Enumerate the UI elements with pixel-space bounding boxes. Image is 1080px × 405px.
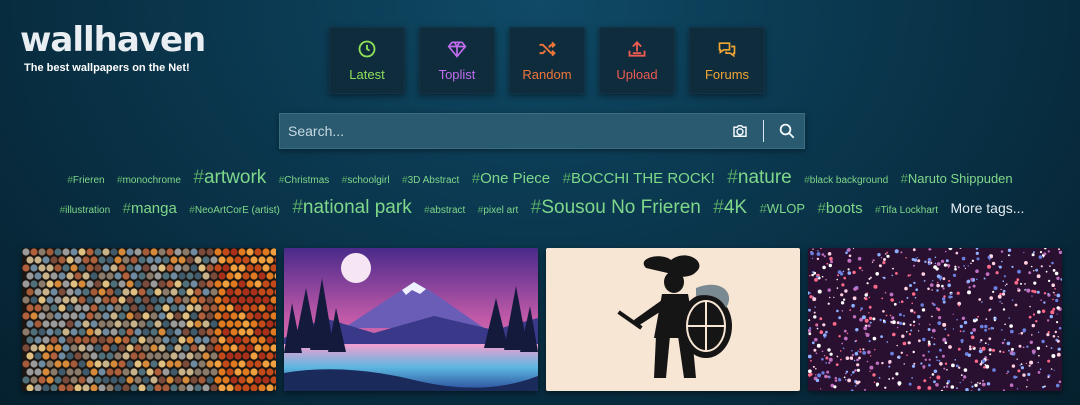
search-button[interactable] [770, 114, 804, 148]
tag-label: pixel art [483, 205, 519, 216]
tag-link[interactable]: #national park [292, 197, 411, 218]
tag-hash: # [759, 201, 767, 216]
tag-link[interactable]: #manga [123, 200, 177, 217]
tag-label: BOCCHI THE ROCK! [570, 170, 715, 187]
tag-link[interactable]: #Sousou No Frieren [531, 197, 701, 218]
tag-link[interactable]: #Frieren [67, 175, 104, 186]
tag-label: manga [130, 200, 177, 217]
tag-label: One Piece [480, 170, 551, 187]
tag-hash: # [193, 167, 204, 188]
camera-search-button[interactable] [723, 114, 757, 148]
nav-toplist-button[interactable]: Toplist [419, 27, 495, 94]
camera-icon [733, 125, 747, 137]
diamond-icon [447, 41, 467, 58]
nav-toplist-label: Toplist [438, 67, 476, 82]
main-nav: Latest Toplist Random Upload Forums [329, 27, 765, 94]
nav-latest-button[interactable]: Latest [329, 27, 405, 94]
thumbnail-particles[interactable] [808, 248, 1062, 391]
upload-icon [628, 41, 646, 57]
popular-tags: #Frieren #monochrome #artwork #Christmas… [40, 164, 1040, 224]
mountain-lake-art [284, 248, 538, 391]
thumbnail-row [22, 248, 1062, 391]
tag-link[interactable]: #WLOP [760, 201, 806, 216]
tag-label: nature [737, 167, 792, 188]
tag-link[interactable]: #Tifa Lockhart [875, 205, 938, 216]
nav-forums-button[interactable]: Forums [689, 27, 765, 94]
tag-label: WLOP [766, 201, 806, 216]
tag-link[interactable]: #nature [727, 167, 791, 188]
tag-label: black background [809, 175, 889, 186]
search-bar [279, 113, 805, 149]
tag-label: Naruto Shippuden [907, 171, 1013, 186]
thumbnail-warrior-silhouette[interactable] [546, 248, 800, 391]
brand[interactable]: wallhaven The best wallpapers on the Net… [20, 22, 206, 74]
tag-label: boots [825, 200, 863, 217]
nav-random-button[interactable]: Random [509, 27, 585, 94]
nav-forums-label: Forums [704, 67, 750, 82]
tag-link[interactable]: #BOCCHI THE ROCK! [563, 170, 715, 187]
tag-label: schoolgirl [347, 175, 390, 186]
nav-upload-button[interactable]: Upload [599, 27, 675, 94]
tag-label: abstract [429, 205, 466, 216]
nav-upload-label: Upload [616, 67, 658, 82]
site-tagline: The best wallpapers on the Net! [24, 62, 190, 74]
tag-label: Sousou No Frieren [541, 197, 701, 218]
tag-hash: # [817, 200, 826, 217]
tag-link[interactable]: #One Piece [472, 170, 550, 187]
nav-random-label: Random [522, 67, 572, 82]
tag-link[interactable]: #monochrome [117, 175, 181, 186]
tag-link[interactable]: #illustration [60, 205, 111, 216]
tag-label: Christmas [284, 175, 330, 186]
tag-hash: # [122, 200, 131, 217]
tag-label: NeoArtCorE (artist) [194, 205, 280, 216]
tag-label: 4K [723, 197, 748, 218]
tag-hash: # [727, 167, 738, 188]
search-input[interactable] [280, 114, 723, 148]
tag-link[interactable]: #4K [713, 197, 747, 218]
warrior-silhouette-art [546, 248, 800, 391]
tag-link[interactable]: #boots [818, 200, 863, 217]
nav-latest-label: Latest [349, 67, 385, 82]
tag-hash: # [713, 197, 724, 218]
tag-label: Tifa Lockhart [880, 205, 939, 216]
tag-label: monochrome [122, 175, 181, 186]
particles-art [808, 248, 1062, 391]
tag-link[interactable]: #schoolgirl [342, 175, 390, 186]
search-icon [779, 123, 795, 139]
tag-hash: # [530, 197, 542, 218]
tag-link[interactable]: #Naruto Shippuden [901, 171, 1013, 186]
tag-link[interactable]: #abstract [424, 205, 465, 216]
tag-hash: # [292, 197, 303, 218]
tag-label: artwork [203, 167, 267, 188]
tag-link[interactable]: #pixel art [478, 205, 519, 216]
tag-label: illustration [65, 205, 111, 216]
thumbnail-mountain-lake[interactable] [284, 248, 538, 391]
tag-list: #Frieren #monochrome #artwork #Christmas… [56, 167, 1017, 218]
tag-label: national park [302, 197, 412, 218]
tag-link[interactable]: #black background [804, 175, 888, 186]
search-divider [763, 120, 764, 142]
tag-link[interactable]: #3D Abstract [402, 175, 459, 186]
tag-hash: # [471, 170, 481, 187]
site-logo[interactable]: wallhaven [20, 22, 206, 58]
spheres-art [22, 248, 276, 391]
tag-link[interactable]: #NeoArtCorE (artist) [189, 205, 280, 216]
more-tags-link[interactable]: More tags... [951, 200, 1025, 216]
tag-label: Frieren [72, 175, 105, 186]
tag-label: 3D Abstract [407, 175, 460, 186]
shuffle-icon [539, 41, 556, 57]
comments-icon [718, 42, 736, 58]
thumbnail-spheres[interactable] [22, 248, 276, 391]
tag-link[interactable]: #artwork [193, 167, 266, 188]
clock-icon [358, 40, 376, 58]
tag-hash: # [900, 171, 908, 186]
tag-link[interactable]: #Christmas [279, 175, 330, 186]
tag-hash: # [562, 170, 571, 187]
